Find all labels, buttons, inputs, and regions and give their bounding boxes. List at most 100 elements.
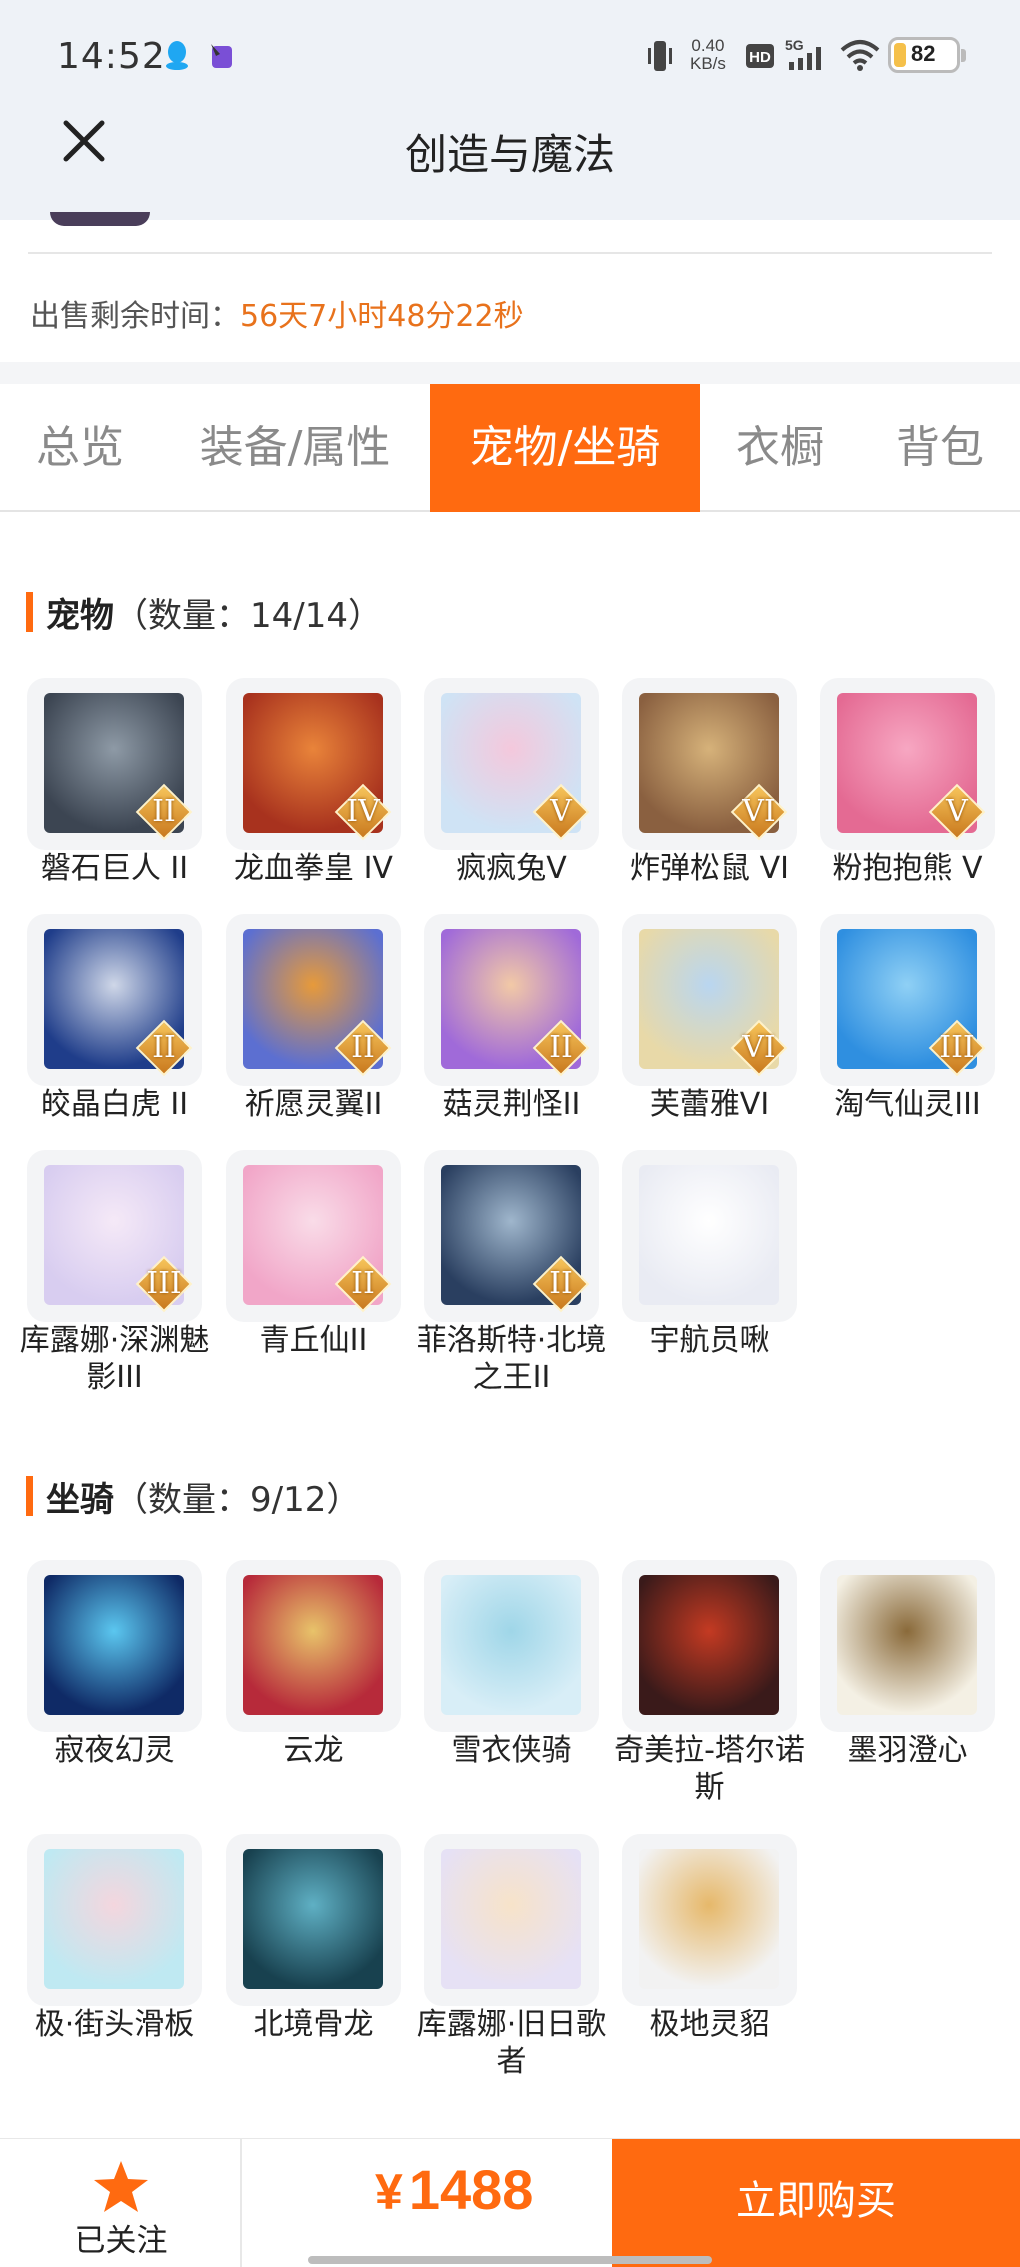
mount-name: 寂夜幻灵 [54,1733,175,1768]
svg-text:HD: HD [749,49,771,66]
mount-image [243,1849,383,1989]
mount-image [243,1575,383,1715]
mount-image [837,1575,977,1715]
tab-backpack[interactable]: 背包 [870,384,1010,512]
net-speed-unit: KB/s [690,54,726,73]
pet-thumbnail: II [27,914,202,1086]
status-time: 14:52 [57,36,166,77]
pet-thumbnail: VI [622,678,797,850]
divider [28,252,992,254]
pet-thumbnail: V [820,678,995,850]
app-icon [211,44,232,68]
rank-badge: IV [334,783,392,841]
vibrate-icon [648,41,672,71]
rank-badge: III [928,1019,986,1077]
signal-icon: 5G [785,37,821,70]
pet-thumbnail: II [27,678,202,850]
rank-badge-numeral: IV [346,794,380,829]
mount-name: 奇美拉-塔尔诺斯 [614,1733,805,1805]
pet-thumbnail: V [424,678,599,850]
sale-time-value: 56天7小时48分22秒 [240,299,524,334]
pets-count: （数量：14/14） [114,596,382,636]
mount-name: 北境骨龙 [253,2007,374,2042]
rank-badge-numeral: V [946,794,968,829]
mount-name: 库露娜·旧日歌者 [416,2007,607,2079]
pet-name: 磐石巨人 II [40,851,189,886]
rank-badge: V [928,783,986,841]
rank-badge: II [135,783,193,841]
rank-badge: II [532,1255,590,1313]
price: ¥1488 [375,2157,533,2222]
pet-thumbnail: III [27,1150,202,1322]
mount-name: 墨羽澄心 [847,1733,968,1768]
rank-badge-numeral: VI [742,794,776,829]
mounts-title: 坐骑 [46,1480,114,1520]
rank-badge-numeral: VI [742,1030,776,1065]
pet-thumbnail: II [226,1150,401,1322]
pet-name: 粉抱抱熊 V [832,851,983,886]
mount-name: 云龙 [283,1733,344,1768]
rank-badge-numeral: II [549,1030,573,1065]
pet-name: 宇航员啾 [649,1323,770,1358]
section-accent-bar [26,1476,33,1516]
mounts-count: （数量：9/12） [114,1480,361,1520]
mount-name: 雪衣侠骑 [451,1733,572,1768]
rank-badge-numeral: II [152,1030,176,1065]
pet-thumbnail: II [424,1150,599,1322]
rank-badge: II [334,1255,392,1313]
mount-thumbnail [27,1560,202,1732]
bottom-action-bar: 已关注 ¥1488 立即购买 [0,2138,1020,2267]
rank-badge: II [334,1019,392,1077]
pet-name: 龙血拳皇 IV [234,851,393,886]
rank-badge-numeral: II [152,794,176,829]
pet-name: 菲洛斯特·北境之王II [416,1323,607,1395]
rank-badge: VI [730,783,788,841]
rank-badge-numeral: II [351,1030,375,1065]
mount-image [44,1575,184,1715]
rank-badge-numeral: III [939,1030,975,1065]
battery-icon: 82 [888,37,966,73]
tab-pets-mounts[interactable]: 宠物/坐骑 [430,384,700,512]
pet-thumbnail: II [226,914,401,1086]
rank-badge: VI [730,1019,788,1077]
pet-name: 菇灵荆怪II [442,1087,581,1122]
rank-badge: II [135,1019,193,1077]
mount-thumbnail [27,1834,202,2006]
mount-thumbnail [622,1834,797,2006]
sale-time-label: 出售剩余时间： [30,299,240,334]
mount-image [441,1575,581,1715]
rank-badge-numeral: III [146,1266,182,1301]
mount-image [44,1849,184,1989]
rank-badge: V [532,783,590,841]
net-speed: 0.40 KB/s [690,37,726,73]
mount-thumbnail [622,1560,797,1732]
rank-badge-numeral: II [549,1266,573,1301]
mount-thumbnail [226,1560,401,1732]
pet-thumbnail: VI [622,914,797,1086]
battery-level: 82 [911,41,936,66]
buy-now-button[interactable]: 立即购买 [612,2139,1020,2267]
tab-equipment[interactable]: 装备/属性 [170,384,420,512]
follow-button[interactable]: 已关注 [0,2139,242,2267]
pets-title: 宠物 [46,596,114,636]
net-speed-value: 0.40 [691,36,725,55]
page-title: 创造与魔法 [404,130,615,179]
hd-icon: HD [746,44,774,68]
pet-image [639,1165,779,1305]
pet-name: 库露娜·深渊魅影III [19,1323,210,1395]
mount-thumbnail [226,1834,401,2006]
mount-name: 极地灵貂 [649,2007,770,2042]
rank-badge-numeral: II [351,1266,375,1301]
section-accent-bar [26,592,33,632]
mount-name: 极·街头滑板 [34,2007,195,2042]
pet-thumbnail: III [820,914,995,1086]
pet-name: 青丘仙II [259,1323,368,1358]
battery-fill [894,43,906,67]
home-indicator [308,2256,712,2264]
tab-overview[interactable]: 总览 [0,384,160,512]
tab-wardrobe[interactable]: 衣橱 [710,384,850,512]
network-type: 5G [785,37,804,53]
wifi-icon [840,40,880,71]
rank-badge: III [135,1255,193,1313]
pet-name: 疯疯兔V [456,851,567,886]
